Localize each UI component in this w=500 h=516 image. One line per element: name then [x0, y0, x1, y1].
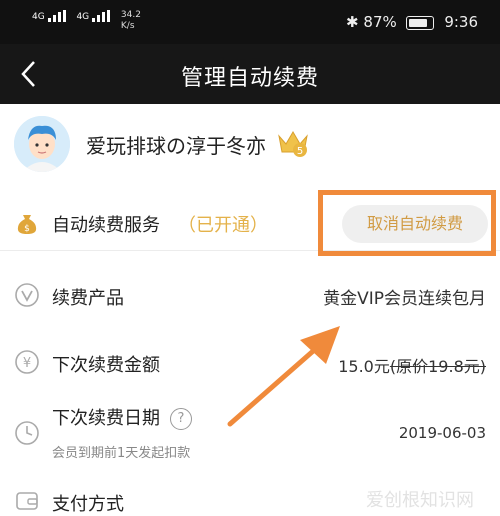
signal-1: 4G: [32, 10, 66, 22]
amount-original-price: (原价19.8元): [389, 357, 486, 376]
nav-bar: 管理自动续费: [0, 44, 500, 104]
auto-renew-label: 自动续费服务 （已开通）: [52, 211, 268, 237]
username: 爱玩排球の淳于冬亦: [86, 134, 266, 158]
bluetooth-icon: ✱: [346, 13, 359, 31]
highlight-box: [318, 190, 496, 256]
vip-v-icon: [15, 283, 39, 307]
battery-percent: 87%: [363, 13, 397, 31]
network-type-1: 4G: [32, 12, 45, 22]
signal-bars-icon: [47, 10, 66, 22]
product-value: 黄金VIP会员连续包月: [323, 289, 486, 309]
date-value: 2019-06-03: [398, 424, 486, 442]
vip-crown-badge: 5: [276, 126, 310, 158]
signal-bars-icon: [92, 10, 111, 22]
clock-icon: [15, 421, 39, 445]
auto-renew-status: （已开通）: [178, 215, 268, 236]
crown-icon: 5: [278, 131, 308, 157]
product-row: 续费产品 黄金VIP会员连续包月: [0, 276, 500, 316]
amount-label: 下次续费金额: [52, 355, 160, 376]
wallet-icon: [16, 492, 38, 510]
network-speed: 34.2 K/s: [121, 10, 141, 32]
product-label: 续费产品: [52, 288, 124, 309]
vip-level: 5: [297, 146, 303, 157]
status-bar: 4G 4G 34.2 K/s ✱ 87% 9:36: [0, 0, 500, 44]
date-label: 下次续费日期?: [52, 404, 192, 430]
speed-unit: K/s: [120, 21, 135, 31]
auto-renew-title: 自动续费服务: [52, 215, 160, 236]
amount-price: 15.0元: [338, 357, 390, 376]
watermark: 爱创根知识网: [366, 490, 474, 511]
date-label-text: 下次续费日期: [52, 408, 160, 429]
avatar-face-icon: [14, 116, 70, 172]
speed-value: 34.2: [120, 10, 141, 20]
date-note: 会员到期前1天发起扣款: [52, 446, 191, 461]
avatar[interactable]: [14, 116, 70, 172]
help-icon[interactable]: ?: [170, 408, 192, 430]
money-bag-icon: $: [17, 215, 37, 234]
signal-2: 4G: [76, 10, 111, 22]
amount-row: ¥ 下次续费金额 15.0元(原价19.8元): [0, 343, 500, 383]
amount-value: 15.0元(原价19.8元): [338, 353, 486, 377]
yen-icon: ¥: [15, 350, 39, 374]
payment-label: 支付方式: [52, 494, 124, 515]
svg-text:¥: ¥: [23, 356, 31, 371]
battery-icon: [405, 15, 434, 30]
clock: 9:36: [444, 13, 478, 31]
page-title: 管理自动续费: [180, 66, 319, 91]
network-type-2: 4G: [76, 12, 90, 22]
svg-text:$: $: [24, 224, 30, 234]
